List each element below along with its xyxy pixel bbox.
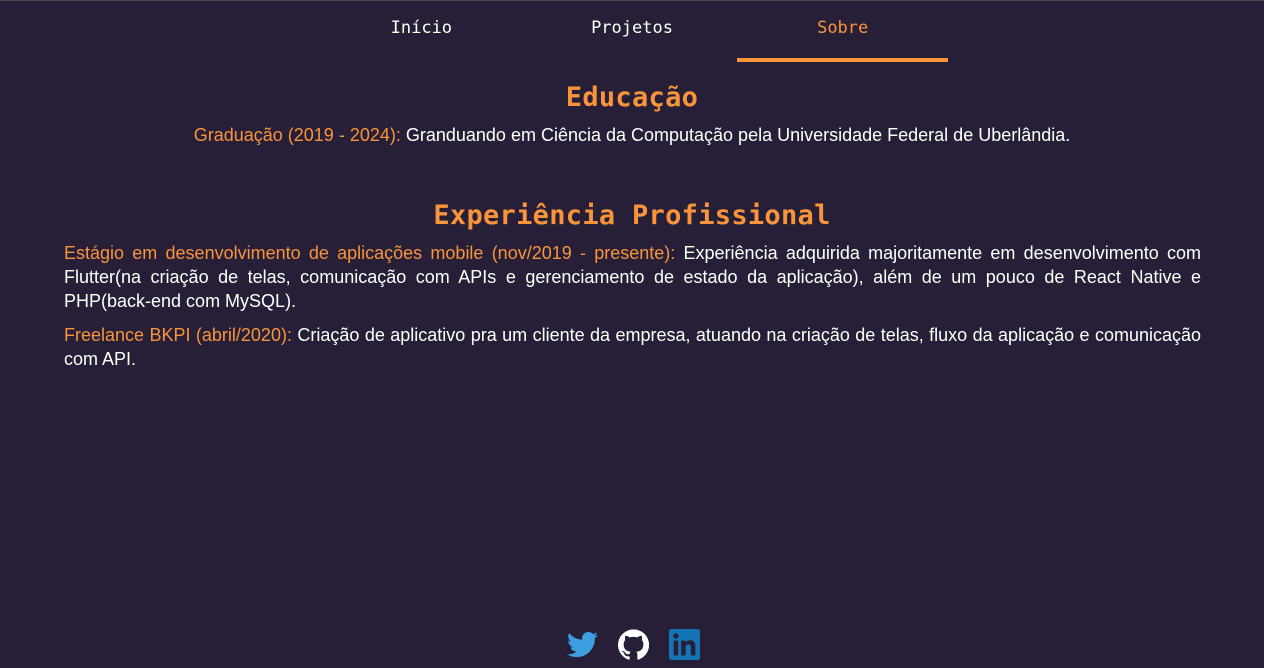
top-nav: Início Projetos Sobre [316, 1, 948, 62]
tab-sobre[interactable]: Sobre [737, 1, 948, 62]
github-icon[interactable] [618, 629, 649, 660]
education-entry: Graduação (2019 - 2024): Granduando em C… [0, 123, 1264, 147]
linkedin-icon[interactable] [669, 629, 700, 660]
twitter-icon[interactable] [567, 629, 598, 660]
experience-entry-label: Estágio em desenvolvimento de aplicações… [64, 243, 676, 263]
tab-projetos[interactable]: Projetos [527, 1, 738, 62]
tab-inicio[interactable]: Início [316, 1, 527, 62]
tab-inicio-label: Início [390, 18, 453, 38]
experience-entry-internship: Estágio em desenvolvimento de aplicações… [64, 241, 1201, 313]
social-links [567, 629, 700, 660]
experience-entry-label: Freelance BKPI (abril/2020): [64, 325, 292, 345]
experience-title: Experiência Profissional [433, 200, 831, 231]
tab-projetos-label: Projetos [591, 18, 673, 38]
education-entry-label: Graduação (2019 - 2024): [193, 125, 401, 145]
education-entry-text: Granduando em Ciência da Computação pela… [400, 125, 1071, 145]
experience-entry-freelance: Freelance BKPI (abril/2020): Criação de … [64, 323, 1201, 371]
education-title: Educação [565, 82, 699, 113]
tab-sobre-label: Sobre [817, 18, 869, 38]
